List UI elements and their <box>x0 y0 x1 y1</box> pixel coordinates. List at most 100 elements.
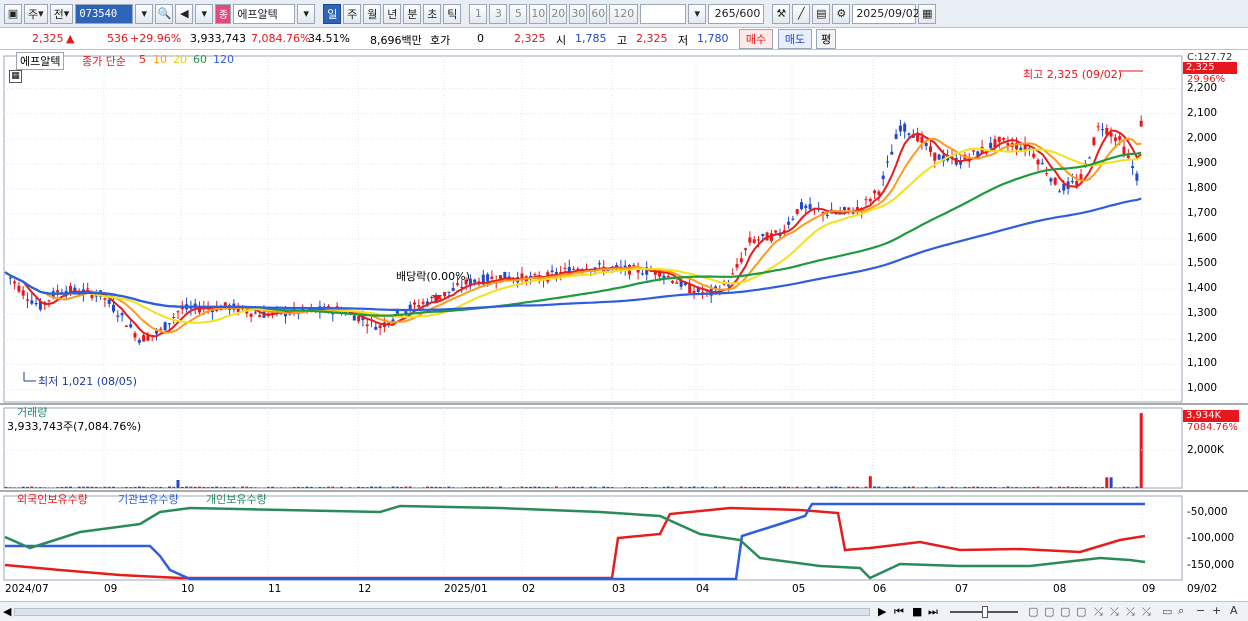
minute-60[interactable]: 60 <box>589 3 608 24</box>
ma-10-label[interactable]: 10 <box>153 53 167 66</box>
search-icon[interactable]: 🔍 <box>155 3 174 24</box>
volume-bar <box>404 486 408 488</box>
ma-title[interactable]: 종가 단순 <box>82 53 126 69</box>
zoom-search-icon[interactable]: ⌕ <box>1178 604 1184 618</box>
volume-bar <box>301 487 305 488</box>
stop-icon[interactable]: ■ <box>912 605 922 618</box>
minute-1[interactable]: 1 <box>469 3 488 24</box>
name-dropdown-icon[interactable]: ▾ <box>297 3 316 24</box>
minute-30[interactable]: 30 <box>569 3 588 24</box>
volume-bar <box>1109 477 1113 488</box>
minute-10[interactable]: 10 <box>529 3 548 24</box>
sell-button[interactable]: 매도 <box>778 29 812 49</box>
candle-body <box>133 333 137 338</box>
volume-bar <box>597 487 601 488</box>
candle-body <box>1049 178 1053 182</box>
volume-bar <box>1070 487 1074 488</box>
minute-5[interactable]: 5 <box>509 3 528 24</box>
save-icon[interactable]: ▤ <box>812 3 831 24</box>
avg-price-button[interactable]: 평 <box>816 29 836 49</box>
volume-bar <box>1027 487 1031 488</box>
volume-bar <box>937 486 941 488</box>
ma-5-label[interactable]: 5 <box>139 53 146 66</box>
individual-holding-legend[interactable]: 개인보유수량 <box>206 491 267 507</box>
candle-body <box>662 275 666 278</box>
zoom-out-icon[interactable]: − <box>1196 604 1205 617</box>
stock-list-icon[interactable]: ▾ <box>195 3 214 24</box>
interval-year[interactable]: 년 <box>383 3 402 24</box>
layout-icon-2[interactable]: ▢ <box>1044 605 1054 618</box>
foreign-holding-legend[interactable]: 외국인보유수량 <box>17 491 88 507</box>
code-dropdown-icon[interactable]: ▾ <box>135 3 154 24</box>
interval-minute[interactable]: 분 <box>403 3 422 24</box>
candle-body <box>1131 166 1135 169</box>
chart-area[interactable]: 에프알텍 종가 단순 5 10 20 60 120 ▦ 최고 2,325 (09… <box>0 50 1248 621</box>
volume-bar <box>374 486 378 488</box>
draw-icon-4[interactable]: ⤯ <box>1142 605 1151 619</box>
volume-bar <box>292 486 296 488</box>
interval-tick[interactable]: 틱 <box>443 3 462 24</box>
minute-120[interactable]: 120 <box>609 3 639 24</box>
minute-3[interactable]: 3 <box>489 3 508 24</box>
custom-interval-dropdown-icon[interactable]: ▾ <box>688 3 707 24</box>
candle-body <box>1101 129 1104 131</box>
period-type-select[interactable]: 주 ▾ <box>24 3 48 24</box>
ma-120-label[interactable]: 120 <box>213 53 234 66</box>
candle-body <box>447 291 451 293</box>
speaker-icon[interactable]: ◀ <box>175 3 194 24</box>
interval-month[interactable]: 월 <box>363 3 382 24</box>
volume-bar <box>486 486 490 488</box>
draw-tool-icon[interactable]: ╱ <box>792 3 811 24</box>
play-icon[interactable]: ⏭ <box>928 605 938 619</box>
count-input[interactable]: 265/600 <box>708 3 765 24</box>
window-icon[interactable]: ▣ <box>4 3 22 24</box>
candle-body <box>56 290 60 293</box>
layout-icon-3[interactable]: ▢ <box>1060 605 1070 618</box>
interval-second[interactable]: 초 <box>423 3 442 24</box>
layout-icon-4[interactable]: ▢ <box>1076 605 1086 618</box>
stock-label[interactable]: 에프알텍 <box>16 52 65 70</box>
candle-body <box>1118 136 1122 140</box>
zoom-slider-handle[interactable] <box>982 606 988 618</box>
settings-gear-icon[interactable]: ⚙ <box>832 3 851 24</box>
volume-bar <box>116 487 120 488</box>
candle-body <box>1036 159 1040 165</box>
interval-week[interactable]: 주 <box>343 3 362 24</box>
table-icon[interactable]: ▦ <box>9 70 22 83</box>
draw-icon-1[interactable]: ⤯ <box>1094 605 1103 619</box>
volume-bar <box>124 487 128 488</box>
draw-icon-3[interactable]: ⤯ <box>1126 605 1135 619</box>
ma-20-label[interactable]: 20 <box>173 53 187 66</box>
volume-bar <box>223 486 227 488</box>
date-input[interactable]: 2025/09/02 <box>852 3 920 24</box>
volume-bar <box>180 486 184 488</box>
draw-icon-2[interactable]: ⤯ <box>1110 605 1119 619</box>
horizontal-scrollbar[interactable] <box>14 608 870 616</box>
volume-bar <box>378 486 382 488</box>
stock-code-input[interactable]: 073540 <box>75 3 134 24</box>
volume-bar <box>391 486 395 488</box>
scroll-left-icon[interactable]: ◀ <box>3 605 11 618</box>
ma-60-label[interactable]: 60 <box>193 53 207 66</box>
indicator-icon[interactable]: ⚒ <box>772 3 791 24</box>
chart-canvas[interactable] <box>0 50 1248 621</box>
volume-bar <box>387 487 391 488</box>
zoom-in-icon[interactable]: + <box>1212 604 1221 617</box>
calendar-icon[interactable]: ▦ <box>918 3 937 24</box>
buy-button[interactable]: 매수 <box>739 29 773 49</box>
font-size-icon[interactable]: A <box>1230 604 1238 617</box>
interval-day[interactable]: 일 <box>323 3 342 24</box>
minute-20[interactable]: 20 <box>549 3 568 24</box>
market-select[interactable]: 전 ▾ <box>49 3 74 24</box>
volume-bar <box>309 486 313 488</box>
fit-icon[interactable]: ▭ <box>1162 605 1172 618</box>
institution-holding-legend[interactable]: 기관보유수량 <box>118 491 179 507</box>
scroll-right-icon[interactable]: ▶ <box>878 605 886 618</box>
volume-bar <box>628 487 631 488</box>
candle-body <box>757 239 760 241</box>
layout-icon-1[interactable]: ▢ <box>1028 605 1038 618</box>
custom-interval-input[interactable] <box>640 3 687 24</box>
rewind-icon[interactable]: ⏮ <box>894 605 904 619</box>
volume-bar <box>348 487 352 488</box>
volume-bar <box>976 486 980 488</box>
